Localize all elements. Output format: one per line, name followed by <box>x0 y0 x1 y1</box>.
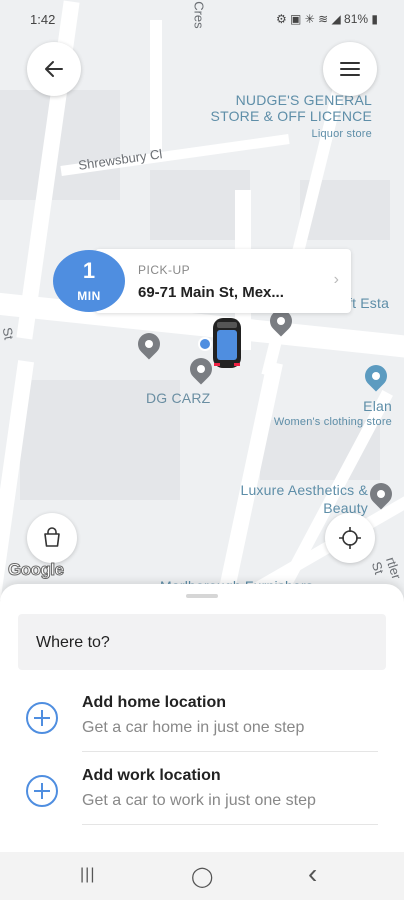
map-label-store: NUDGE'S GENERAL STORE & OFF LICENCE <box>210 92 372 124</box>
bag-button[interactable] <box>27 513 77 563</box>
nav-back-button[interactable]: ‹ <box>308 858 317 890</box>
system-nav-bar: ||| ◯ ‹ <box>0 852 404 900</box>
pickup-address: 69-71 Main St, Mex... <box>138 284 284 301</box>
pickup-card[interactable]: PICK-UP 69-71 Main St, Mex... › <box>95 249 351 313</box>
back-button[interactable] <box>27 42 81 96</box>
map-label-luxure: Luxure Aesthetics & Beauty <box>240 482 368 516</box>
status-icons: ⚙ ▣ ✳ ≋ ◢ 81% ▮ <box>275 12 378 26</box>
bag-icon <box>44 527 60 547</box>
pickup-label: PICK-UP <box>138 263 191 277</box>
status-time: 1:42 <box>30 12 56 27</box>
restaurant-pin-icon[interactable] <box>133 328 165 360</box>
add-work-location-item[interactable]: Add work location Get a car to work in j… <box>0 755 404 825</box>
google-logo: Google <box>8 560 65 580</box>
where-to-placeholder: Where to? <box>36 634 110 651</box>
locate-button[interactable] <box>325 513 375 563</box>
eta-unit: MIN <box>77 289 101 303</box>
eta-badge[interactable]: 1 MIN <box>53 250 125 312</box>
plus-circle-icon <box>26 702 58 734</box>
bottom-sheet: Where to? Add home location Get a car ho… <box>0 584 404 852</box>
crosshair-icon <box>339 527 361 549</box>
hamburger-menu-icon <box>340 62 360 76</box>
elan-pin-icon[interactable] <box>360 360 392 392</box>
plus-circle-icon <box>26 775 58 807</box>
map-label-elan-type: Women's clothing store <box>273 416 392 428</box>
option-title: Add work location <box>82 767 221 784</box>
divider <box>82 824 378 825</box>
user-location-dot <box>198 337 212 351</box>
recent-apps-button[interactable]: ||| <box>80 866 95 884</box>
sheet-drag-handle[interactable] <box>186 594 218 598</box>
where-to-input[interactable]: Where to? <box>18 614 386 670</box>
eta-number: 1 <box>82 258 96 283</box>
status-bar: 1:42 ⚙ ▣ ✳ ≋ ◢ 81% ▮ <box>0 0 404 36</box>
back-arrow-icon <box>45 61 63 77</box>
divider <box>82 751 378 752</box>
map-label-elan: Elan <box>363 398 392 414</box>
chevron-right-icon: › <box>333 271 339 288</box>
car-icon <box>213 318 241 368</box>
option-title: Add home location <box>82 694 226 711</box>
home-button[interactable]: ◯ <box>191 864 213 889</box>
map-label-store-type: Liquor store <box>311 128 372 140</box>
add-home-location-item[interactable]: Add home location Get a car home in just… <box>0 682 404 752</box>
option-subtitle: Get a car home in just one step <box>82 719 305 736</box>
option-subtitle: Get a car to work in just one step <box>82 792 316 809</box>
street-label-left: St <box>0 326 17 341</box>
map-label-dg-carz: DG CARZ <box>146 390 211 406</box>
menu-button[interactable] <box>323 42 377 96</box>
